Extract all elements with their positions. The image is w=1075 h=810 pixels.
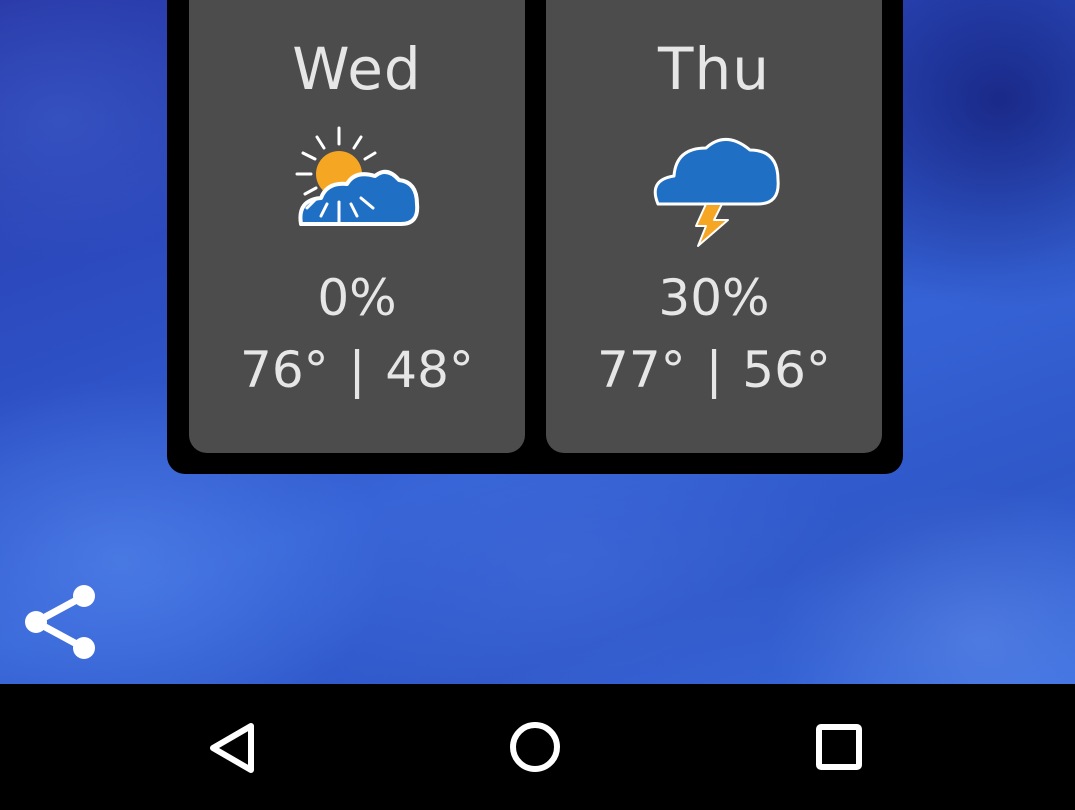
precipitation-chance: 30%	[658, 269, 770, 327]
high-low-temperature: 77° | 56°	[597, 341, 831, 399]
share-icon[interactable]	[16, 580, 100, 664]
partly-sunny-icon	[295, 126, 420, 226]
day-name: Thu	[658, 35, 770, 103]
precipitation-chance: 0%	[317, 269, 397, 327]
day-name: Wed	[292, 35, 422, 103]
recents-square-icon[interactable]	[794, 702, 884, 792]
forecast-day-card[interactable]: Wed 0% 76° | 48°	[189, 0, 525, 453]
high-low-temperature: 76° | 48°	[240, 341, 474, 399]
home-circle-icon[interactable]	[490, 702, 580, 792]
back-triangle-icon[interactable]	[187, 702, 277, 792]
forecast-day-card[interactable]: Thu 30% 77° | 56°	[546, 0, 882, 453]
navigation-bar	[0, 684, 1075, 810]
screen: Wed 0% 76° | 48° Thu 30% 77° | 56°	[0, 0, 1075, 810]
thunderstorm-icon	[653, 138, 780, 247]
